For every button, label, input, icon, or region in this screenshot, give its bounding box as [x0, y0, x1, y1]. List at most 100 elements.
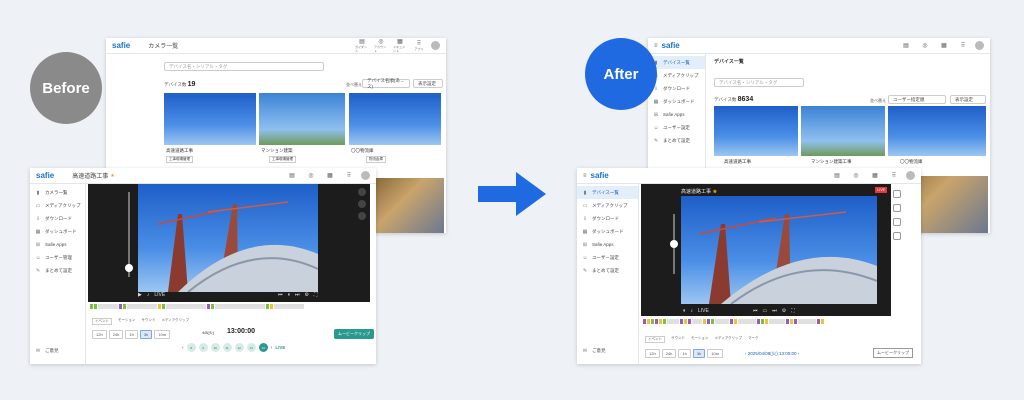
search-input[interactable]: デバイス名・シリアル・タグ: [714, 78, 804, 87]
guidance-icon[interactable]: ▤ ガイダンス: [355, 39, 369, 53]
day-dot[interactable]: 12: [234, 343, 244, 352]
volume-icon[interactable]: ♪: [691, 308, 694, 314]
chevron-left-icon[interactable]: ‹: [182, 345, 184, 351]
device-thumbnail[interactable]: [801, 106, 885, 156]
avatar[interactable]: [431, 41, 440, 50]
day-dot[interactable]: 9: [198, 343, 208, 352]
range-10m[interactable]: 10m: [707, 349, 724, 358]
range-10m[interactable]: 10m: [154, 330, 171, 339]
range-12h[interactable]: 12h: [645, 349, 660, 358]
apps-icon[interactable]: ⠿: [887, 173, 901, 179]
sidebar-item-camera-list[interactable]: ▮ カメラ一覧: [30, 186, 85, 199]
view-select[interactable]: 表示設定: [413, 79, 443, 88]
sidebar-item-bulk-settings[interactable]: ✎ まとめて設定: [30, 264, 85, 277]
zoom-slider-knob[interactable]: [670, 240, 678, 248]
menu-icon[interactable]: ≡: [654, 43, 658, 49]
settings-icon[interactable]: ⚙: [305, 292, 309, 298]
video-player[interactable]: 高速道路工事 ★ LIVE ⏸ ♪ LIVE ⏮ ▭ ⏭ ⚙ ⛶: [641, 184, 891, 316]
star-icon[interactable]: ★: [110, 173, 114, 179]
sidebar-item-download[interactable]: ⇩ ダウンロード: [577, 212, 638, 225]
fullscreen-icon[interactable]: ⛶: [791, 308, 795, 314]
camera-thumbnail[interactable]: [376, 178, 444, 233]
live-link[interactable]: LIVE: [275, 345, 285, 350]
pause-icon[interactable]: ⏸: [288, 292, 291, 298]
sidebar-item-download[interactable]: ⇩ ダウンロード: [648, 82, 705, 95]
guidance-icon[interactable]: ▤: [285, 173, 299, 179]
snapshot-icon[interactable]: [893, 190, 901, 198]
bell-icon[interactable]: [893, 232, 901, 240]
camera-thumbnail[interactable]: [259, 93, 345, 145]
sidebar-item-users[interactable]: ☺ ユーザー管理: [30, 251, 85, 264]
apps-icon[interactable]: ⠿: [342, 173, 356, 179]
sidebar-item-bulk-settings[interactable]: ✎ まとめて設定: [577, 264, 638, 277]
guidance-icon[interactable]: ▤: [899, 43, 913, 49]
range-1h[interactable]: 1h: [678, 349, 691, 358]
range-12h[interactable]: 12h: [92, 330, 107, 339]
skip-back-icon[interactable]: ⏮: [753, 308, 758, 314]
fullscreen-icon[interactable]: ⛶: [314, 292, 318, 298]
range-3h[interactable]: 3h: [139, 330, 153, 339]
skip-back-icon[interactable]: ⏮: [278, 292, 283, 298]
avatar[interactable]: [361, 171, 370, 180]
star-icon[interactable]: ★: [712, 189, 717, 195]
sidebar-item-dashboard[interactable]: ▦ ダッシュボード: [30, 225, 85, 238]
day-dot[interactable]: 13: [246, 343, 256, 352]
event-timeline[interactable]: [643, 319, 824, 324]
camera-thumbnail[interactable]: [164, 93, 256, 145]
document-icon[interactable]: ▦ ドキュメント: [393, 39, 407, 53]
range-24h[interactable]: 24h: [661, 349, 677, 358]
sidebar-item-dashboard[interactable]: ▦ ダッシュボード: [648, 95, 705, 108]
sort-select[interactable]: デバイス名順(あ→ス): [362, 78, 410, 89]
sidebar-item-media-clip[interactable]: ▭メディアクリップ: [577, 199, 638, 212]
document-icon[interactable]: ▦: [868, 173, 882, 179]
camera-settings-icon[interactable]: [358, 188, 366, 196]
datetime-selector[interactable]: ‹ 2025/04/08(火) 13:00:00 ›: [745, 351, 799, 357]
movie-clip-button[interactable]: ムービークリップ: [873, 348, 913, 358]
video-player[interactable]: ▶ ♪ LIVE ⏮ ⏸ ⏭ ⚙ ⛶: [88, 184, 370, 302]
view-select[interactable]: 表示設定: [950, 95, 986, 104]
feedback-link[interactable]: ✉ ご意見: [30, 344, 59, 357]
chat-icon[interactable]: ▭: [763, 308, 768, 314]
play-icon[interactable]: ▶: [138, 292, 142, 298]
sidebar-item-safie-apps[interactable]: ⊞ Safie Apps: [577, 238, 638, 251]
sidebar-item-safie-apps[interactable]: ⊞ Safie Apps: [648, 108, 705, 121]
range-1h[interactable]: 1h: [125, 330, 138, 339]
avatar[interactable]: [906, 171, 915, 180]
skip-forward-icon[interactable]: ⏭: [295, 292, 300, 298]
account-icon[interactable]: ◎ アカウント: [374, 39, 388, 53]
sidebar-item-device-list[interactable]: ▮ デバイス一覧: [648, 56, 705, 69]
phone-icon[interactable]: [893, 204, 901, 212]
range-24h[interactable]: 24h: [108, 330, 124, 339]
document-icon[interactable]: ▦: [323, 173, 337, 179]
snapshot-icon[interactable]: [358, 212, 366, 220]
pause-icon[interactable]: ⏸: [683, 308, 686, 314]
event-timeline[interactable]: [90, 304, 304, 309]
apps-icon[interactable]: ⠿ アプリ: [412, 41, 426, 51]
avatar[interactable]: [975, 41, 984, 50]
sidebar-item-bulk-settings[interactable]: ✎ まとめて設定: [648, 134, 705, 147]
day-dot[interactable]: 8: [186, 343, 196, 352]
skip-forward-icon[interactable]: ⏭: [772, 308, 777, 314]
feedback-link[interactable]: ✉ ご意見: [577, 344, 606, 357]
day-dot[interactable]: 10: [210, 343, 220, 352]
sidebar-item-download[interactable]: ⇩ ダウンロード: [30, 212, 85, 225]
document-icon[interactable]: ▦: [937, 43, 951, 49]
account-icon[interactable]: ◎: [849, 173, 863, 179]
sidebar-item-dashboard[interactable]: ▦ ダッシュボード: [577, 225, 638, 238]
device-thumbnail[interactable]: [888, 106, 986, 156]
chevron-right-icon[interactable]: ›: [271, 345, 273, 351]
day-dot[interactable]: 11: [222, 343, 232, 352]
sidebar-item-user-settings[interactable]: ☺ ユーザー設定: [577, 251, 638, 264]
settings-icon[interactable]: ⚙: [782, 308, 786, 314]
volume-icon[interactable]: ♪: [147, 292, 150, 298]
menu-icon[interactable]: ≡: [583, 173, 587, 179]
account-icon[interactable]: ◎: [918, 43, 932, 49]
sidebar-item-user-settings[interactable]: ☺ ユーザー設定: [648, 121, 705, 134]
home-icon[interactable]: [358, 200, 366, 208]
range-3h[interactable]: 3h: [692, 349, 706, 358]
apps-icon[interactable]: ⠿: [956, 43, 970, 49]
guidance-icon[interactable]: ▤: [830, 173, 844, 179]
sidebar-item-safie-apps[interactable]: ⊞ Safie Apps: [30, 238, 85, 251]
sidebar-item-media-clip[interactable]: ▭メディアクリップ: [30, 199, 85, 212]
sort-select[interactable]: ユーザー指定順: [888, 95, 946, 104]
